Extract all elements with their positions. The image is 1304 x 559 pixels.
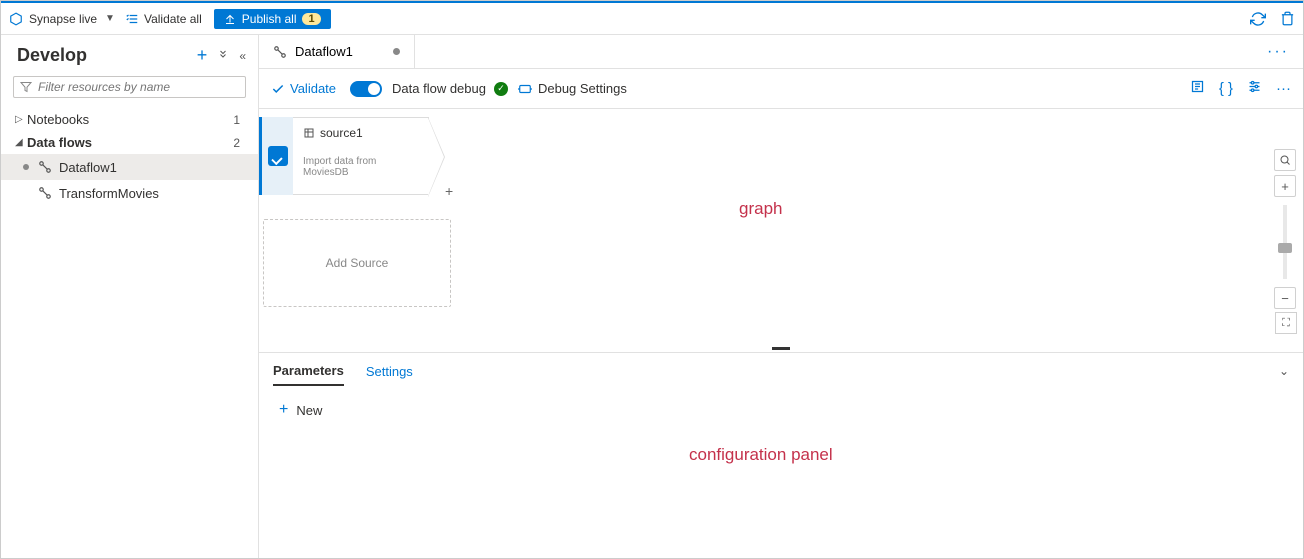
debug-settings-button[interactable]: Debug Settings bbox=[518, 81, 627, 96]
debug-status-ok-icon: ✓ bbox=[494, 82, 508, 96]
validate-button[interactable]: Validate bbox=[271, 81, 336, 96]
zoom-out-button[interactable]: − bbox=[1274, 287, 1296, 309]
group-count: 2 bbox=[233, 136, 244, 150]
panel-splitter[interactable] bbox=[259, 346, 1303, 352]
add-transformation-button[interactable]: + bbox=[445, 183, 453, 199]
panel-collapse-button[interactable]: ⌄ bbox=[1279, 364, 1289, 378]
panel-tab-settings[interactable]: Settings bbox=[366, 358, 413, 385]
configuration-panel: Parameters Settings ⌄ + New configuratio… bbox=[259, 352, 1303, 558]
tree-group-dataflows[interactable]: ◢ Data flows 2 bbox=[1, 131, 258, 154]
annotation-graph: graph bbox=[739, 199, 782, 219]
source-name: source1 bbox=[320, 126, 363, 140]
sidebar-title: Develop bbox=[17, 45, 197, 66]
editor-tabstrip: Dataflow1 ··· bbox=[259, 35, 1303, 69]
filter-icon bbox=[20, 81, 32, 93]
source-node-handle[interactable] bbox=[259, 117, 293, 195]
dataflow-icon bbox=[37, 185, 53, 201]
zoom-in-button[interactable]: + bbox=[1274, 175, 1296, 197]
validate-all-label: Validate all bbox=[144, 12, 202, 26]
zoom-slider-thumb[interactable] bbox=[1278, 243, 1292, 253]
filter-input[interactable] bbox=[38, 80, 239, 94]
synapse-icon bbox=[9, 12, 23, 26]
group-label: Data flows bbox=[27, 135, 233, 150]
zoom-fit-button[interactable]: ⛶ bbox=[1275, 312, 1297, 334]
filter-input-wrapper[interactable] bbox=[13, 76, 246, 98]
publish-all-label: Publish all bbox=[242, 12, 297, 26]
dataflow-icon bbox=[37, 159, 53, 175]
develop-sidebar: Develop + « ▷ Notebooks 1 ◢ Data flows 2 bbox=[1, 35, 259, 558]
settings-button[interactable] bbox=[1247, 79, 1262, 98]
expand-collapse-button[interactable] bbox=[217, 48, 229, 63]
publish-count-badge: 1 bbox=[302, 13, 320, 25]
tab-overflow-button[interactable]: ··· bbox=[1253, 35, 1303, 68]
debug-toggle[interactable] bbox=[350, 81, 382, 97]
dataset-icon bbox=[303, 127, 315, 139]
view-source-button[interactable] bbox=[1190, 79, 1205, 98]
add-source-button[interactable]: Add Source bbox=[263, 219, 451, 307]
dataflow-icon bbox=[273, 45, 287, 59]
workspace-mode-dropdown[interactable]: ▼ bbox=[105, 13, 115, 24]
publish-all-button[interactable]: Publish all 1 bbox=[214, 9, 331, 29]
tree-group-notebooks[interactable]: ▷ Notebooks 1 bbox=[1, 108, 258, 131]
debug-toggle-label: Data flow debug bbox=[392, 81, 486, 96]
debug-settings-label: Debug Settings bbox=[538, 81, 627, 96]
new-parameter-button[interactable]: + New bbox=[279, 401, 1283, 419]
tree-item-dataflow1[interactable]: Dataflow1 bbox=[1, 154, 258, 180]
editor-canvas: Dataflow1 ··· Validate Data flow debug ✓… bbox=[259, 35, 1303, 558]
dataflow-toolbar: Validate Data flow debug ✓ Debug Setting… bbox=[259, 69, 1303, 109]
editor-tab-dataflow1[interactable]: Dataflow1 bbox=[259, 35, 415, 68]
search-graph-button[interactable] bbox=[1274, 149, 1296, 171]
code-view-button[interactable]: { } bbox=[1219, 80, 1233, 97]
delete-button[interactable] bbox=[1280, 11, 1295, 26]
zoom-slider-track[interactable] bbox=[1283, 205, 1287, 279]
add-source-label: Add Source bbox=[326, 256, 389, 270]
refresh-button[interactable] bbox=[1250, 11, 1266, 27]
modified-indicator-icon bbox=[23, 164, 29, 170]
modified-indicator-icon bbox=[393, 48, 400, 55]
chevron-right-icon: ▷ bbox=[15, 114, 27, 125]
source-node[interactable]: source1 Import data from MoviesDB bbox=[259, 117, 429, 195]
annotation-config: configuration panel bbox=[689, 445, 1283, 465]
group-count: 1 bbox=[233, 113, 244, 127]
plus-icon: + bbox=[279, 401, 288, 419]
tab-label: Dataflow1 bbox=[295, 44, 353, 59]
group-label: Notebooks bbox=[27, 112, 233, 127]
tree-item-label: Dataflow1 bbox=[59, 160, 117, 175]
collapse-sidebar-button[interactable]: « bbox=[239, 49, 246, 63]
chevron-down-icon: ◢ bbox=[15, 137, 27, 148]
add-resource-button[interactable]: + bbox=[197, 45, 208, 66]
source-description: Import data from MoviesDB bbox=[303, 156, 418, 178]
dataflow-graph[interactable]: source1 Import data from MoviesDB + Add … bbox=[259, 109, 1303, 346]
source-type-icon bbox=[268, 146, 288, 166]
new-label: New bbox=[296, 403, 322, 418]
validate-label: Validate bbox=[290, 81, 336, 96]
toolbar-more-button[interactable]: ··· bbox=[1276, 80, 1291, 97]
tree-item-transformmovies[interactable]: TransformMovies bbox=[1, 180, 258, 206]
zoom-control: + − bbox=[1273, 149, 1297, 309]
workspace-mode-label: Synapse live bbox=[29, 12, 97, 26]
tree-item-label: TransformMovies bbox=[59, 186, 159, 201]
app-header: Synapse live ▼ Validate all Publish all … bbox=[1, 3, 1303, 35]
panel-tab-parameters[interactable]: Parameters bbox=[273, 357, 344, 386]
validate-all-button[interactable]: Validate all bbox=[125, 12, 202, 26]
